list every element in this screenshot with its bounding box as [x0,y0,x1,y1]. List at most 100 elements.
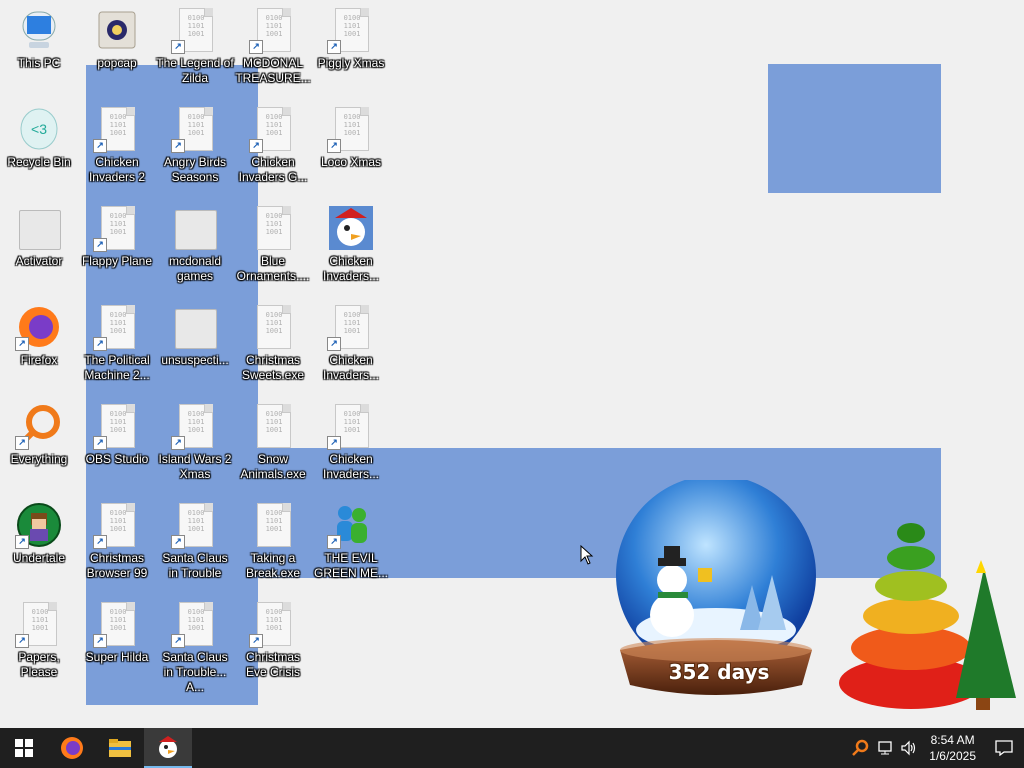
icon-label: Christmas Eve Crisis [245,650,300,679]
clock-date: 1/6/2025 [929,749,976,763]
notification-icon [995,740,1013,756]
taskbar-file-explorer[interactable] [96,728,144,768]
icon-label: Chicken Invaders... [322,452,380,481]
icon-label: Firefox [20,353,58,367]
taskbar-firefox[interactable] [48,728,96,768]
desktop-icon-santa-claus-trouble-again[interactable]: 0100 1101 1001 ↗ Santa Claus in Trouble... … [156,594,234,695]
icon-label: Christmas Sweets.exe [241,353,305,382]
icon-label: popcap [97,56,137,70]
desktop-icon-island-wars[interactable]: 0100 1101 1001 ↗ Island Wars 2 Xmas [156,396,234,482]
popcap-folder-icon [98,11,136,49]
shortcut-arrow-icon: ↗ [93,535,107,549]
desktop-icon-this-pc[interactable]: This PC [0,0,78,71]
this-pc-icon [22,11,56,48]
icon-label: mcdonald games [168,254,222,283]
windows-start-icon [15,739,33,757]
desktop-icon-papers-please[interactable]: 0100 1101 1001 ↗ Papers, Please [0,594,78,680]
shortcut-arrow-icon: ↗ [93,238,107,252]
shortcut-arrow-icon: ↗ [171,634,185,648]
desktop-icon-obs-studio[interactable]: 0100 1101 1001 ↗ OBS Studio [78,396,156,467]
desktop-icon-chicken-invaders-2[interactable]: 0100 1101 1001 ↗ Chicken Invaders 2 [78,99,156,185]
desktop-icon-chicken-invaders-5[interactable]: 0100 1101 1001 ↗ Chicken Invaders... [312,396,390,482]
shortcut-arrow-icon: ↗ [249,634,263,648]
wallpaper-block-right-top [768,64,941,193]
shortcut-arrow-icon: ↗ [15,634,29,648]
desktop-icon-everything[interactable]: ↗ Everything [0,396,78,467]
shortcut-arrow-icon: ↗ [327,436,341,450]
desktop-icon-blue-ornaments[interactable]: 0100 1101 1001 Blue Ornaments.... [234,198,312,284]
start-button[interactable] [0,728,48,768]
desktop-icon-flappy-plane[interactable]: 0100 1101 1001 ↗ Flappy Plane [78,198,156,269]
desktop-icon-mcdonal-treasure[interactable]: 0100 1101 1001 ↗ MCDONAL TREASURE... [234,0,312,86]
shortcut-arrow-icon: ↗ [15,436,29,450]
exe-file-icon: 0100 1101 1001 [257,305,291,349]
file-explorer-icon [109,739,131,757]
desktop-icon-christmas-eve-crisis[interactable]: 0100 1101 1001 ↗ Christmas Eve Crisis [234,594,312,680]
desktop-icon-unsuspecti[interactable]: unsuspecti... [156,297,234,368]
tray-everything[interactable] [847,728,873,768]
taskbar-clock[interactable]: 8:54 AM 1/6/2025 [921,732,984,764]
shortcut-arrow-icon: ↗ [327,40,341,54]
shortcut-arrow-icon: ↗ [171,436,185,450]
exe-file-icon: 0100 1101 1001 [257,404,291,448]
desktop-icon-taking-a-break[interactable]: 0100 1101 1001 Taking a Break.exe [234,495,312,581]
icon-label: Island Wars 2 Xmas [158,452,232,481]
desktop-icon-snow-animals[interactable]: 0100 1101 1001 Snow Animals.exe [234,396,312,482]
action-center-button[interactable] [984,728,1024,768]
icon-label: Chicken Invaders... [322,353,380,382]
icon-label: Piggly Xmas [317,56,385,70]
icon-label: Flappy Plane [81,254,153,268]
taskbar-chicken-invaders[interactable] [144,728,192,768]
desktop-icon-popcap[interactable]: popcap [78,0,156,71]
desktop-icon-recycle-bin[interactable]: <3 Recycle Bin [0,99,78,170]
icon-label: unsuspecti... [161,353,229,367]
icon-label: Recycle Bin [7,155,71,169]
desktop-icon-santa-claus-trouble[interactable]: 0100 1101 1001 ↗ Santa Claus in Trouble [156,495,234,581]
desktop-icon-angry-birds-seasons[interactable]: 0100 1101 1001 ↗ Angry Birds Seasons [156,99,234,185]
icon-label: Activator [15,254,63,268]
shortcut-arrow-icon: ↗ [327,535,341,549]
desktop-icon-political-machine[interactable]: 0100 1101 1001 ↗ The Political Machine 2... [78,297,156,383]
desktop-icon-super-hilda[interactable]: 0100 1101 1001 ↗ Super Hilda [78,594,156,665]
desktop-icon-piggly-xmas[interactable]: 0100 1101 1001 ↗ Piggly Xmas [312,0,390,71]
icon-label: Christmas Browser 99 [86,551,148,580]
shortcut-arrow-icon: ↗ [93,337,107,351]
icon-label: Santa Claus in Trouble [162,551,228,580]
desktop-icon-christmas-sweets[interactable]: 0100 1101 1001 Christmas Sweets.exe [234,297,312,383]
shortcut-arrow-icon: ↗ [15,535,29,549]
icon-label: This PC [17,56,61,70]
christmas-tree-decoration [826,488,1022,718]
folder-icon [175,210,217,250]
icon-label: Everything [10,452,68,466]
network-icon [878,741,892,755]
shortcut-arrow-icon: ↗ [171,40,185,54]
svg-text:<3: <3 [31,121,47,137]
icon-label: Loco Xmas [320,155,382,169]
icon-label: Chicken Invaders 2 [88,155,146,184]
desktop-icon-chicken-invaders-4[interactable]: 0100 1101 1001 ↗ Chicken Invaders... [312,297,390,383]
folder-icon [175,309,217,349]
icon-label: Santa Claus in Trouble... A... [162,650,228,694]
desktop-icon-loco-xmas[interactable]: 0100 1101 1001 ↗ Loco Xmas [312,99,390,170]
desktop-icon-undertale[interactable]: ↗ Undertale [0,495,78,566]
desktop-icon-christmas-browser[interactable]: 0100 1101 1001 ↗ Christmas Browser 99 [78,495,156,581]
clock-time: 8:54 AM [930,733,975,747]
shortcut-arrow-icon: ↗ [171,535,185,549]
desktop-icon-chicken-invaders-g[interactable]: 0100 1101 1001 ↗ Chicken Invaders G... [234,99,312,185]
shortcut-arrow-icon: ↗ [93,634,107,648]
desktop-icon-evil-green-messenger[interactable]: ↗ THE EVIL GREEN ME... [312,495,390,581]
icon-label: Snow Animals.exe [240,452,306,481]
icon-label: The Political Machine 2... [84,353,150,382]
desktop-icon-activator[interactable]: Activator [0,198,78,269]
everything-search-icon [852,739,869,756]
firefox-icon [61,737,83,759]
desktop-icon-firefox[interactable]: ↗ Firefox [0,297,78,368]
exe-file-icon: 0100 1101 1001 [257,503,291,547]
desktop-icon-chicken-invaders-xmas[interactable]: Chicken Invaders... [312,198,390,284]
tray-volume[interactable] [897,728,921,768]
desktop-icon-legend-of-zilda[interactable]: 0100 1101 1001 ↗ The Legend of Zilda [156,0,234,86]
system-tray: 8:54 AM 1/6/2025 [847,728,1024,768]
tray-network[interactable] [873,728,897,768]
icon-label: Blue Ornaments.... [236,254,310,283]
desktop-icon-mcdonald-games[interactable]: mcdonald games [156,198,234,284]
